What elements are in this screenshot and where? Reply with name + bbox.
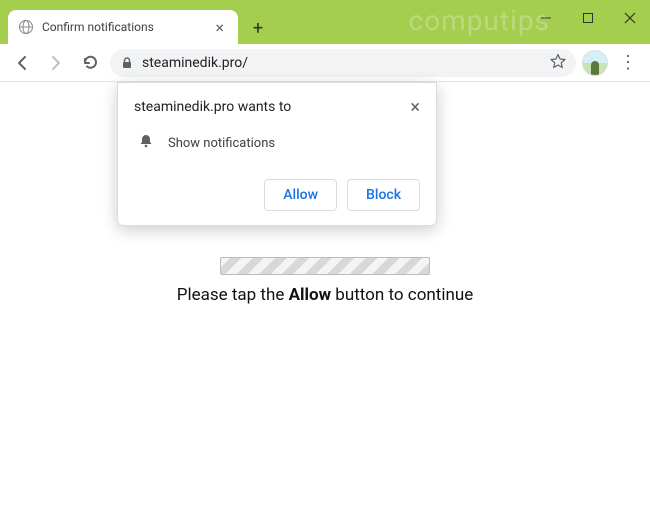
permission-capability-label: Show notifications: [168, 136, 275, 151]
permission-origin-text: steaminedik.pro wants to: [134, 99, 291, 115]
toolbar: steaminedik.pro/ ⋮: [0, 44, 650, 82]
bell-icon: [138, 133, 154, 153]
page-message-bold: Allow: [289, 285, 332, 305]
watermark-text: computips: [409, 4, 550, 37]
bookmark-star-icon[interactable]: [550, 53, 566, 73]
globe-icon: [18, 19, 34, 35]
back-button[interactable]: [8, 49, 36, 77]
address-bar[interactable]: steaminedik.pro/: [110, 49, 576, 77]
allow-button[interactable]: Allow: [264, 179, 337, 211]
url-text: steaminedik.pro/: [142, 55, 542, 71]
block-button[interactable]: Block: [347, 179, 420, 211]
reload-button[interactable]: [76, 49, 104, 77]
page-message-pre: Please tap the: [177, 285, 289, 305]
permission-close-button[interactable]: ×: [410, 99, 420, 117]
page-body: Please tap the Allow button to continue: [0, 257, 650, 305]
minimize-button[interactable]: [534, 6, 558, 30]
titlebar: computips Confirm notifications × +: [0, 0, 650, 44]
menu-button[interactable]: ⋮: [614, 52, 642, 73]
fake-progress-bar: [220, 257, 430, 275]
new-tab-button[interactable]: +: [244, 14, 272, 42]
close-window-button[interactable]: [618, 6, 642, 30]
page-message-post: button to continue: [331, 285, 473, 305]
lock-icon: [120, 56, 134, 70]
window-controls: [534, 6, 642, 30]
tab-close-button[interactable]: ×: [211, 18, 228, 37]
forward-button[interactable]: [42, 49, 70, 77]
profile-avatar[interactable]: [582, 50, 608, 76]
tab-title: Confirm notifications: [42, 20, 211, 34]
maximize-button[interactable]: [576, 6, 600, 30]
browser-tab[interactable]: Confirm notifications ×: [8, 10, 238, 44]
page-message: Please tap the Allow button to continue: [0, 285, 650, 305]
permission-dialog: steaminedik.pro wants to × Show notifica…: [117, 82, 437, 226]
page-content: steaminedik.pro wants to × Show notifica…: [0, 82, 650, 520]
